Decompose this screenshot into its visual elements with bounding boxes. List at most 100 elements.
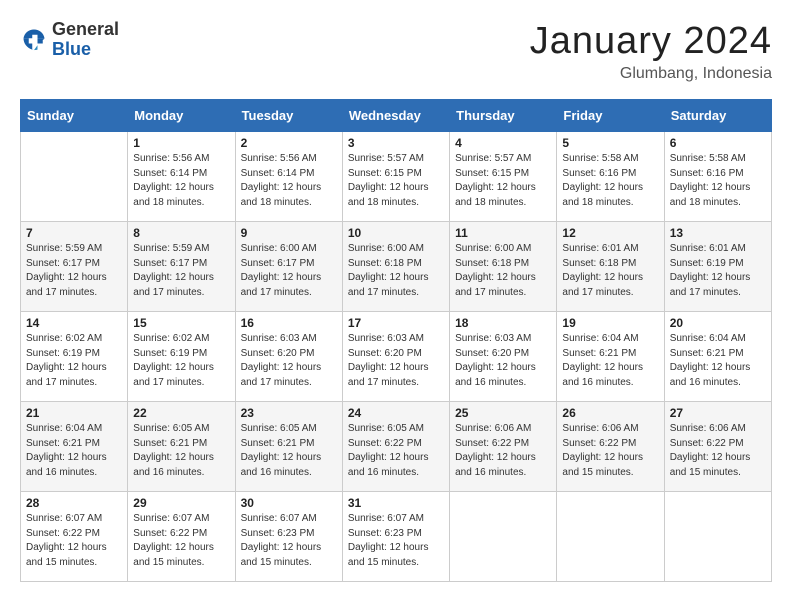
day-info: Sunrise: 6:05 AMSunset: 6:21 PMDaylight:… xyxy=(133,422,229,480)
calendar-cell: 30Sunrise: 6:07 AMSunset: 6:23 PMDayligh… xyxy=(235,492,342,582)
day-number: 17 xyxy=(348,316,444,330)
sunset-text: Sunset: 6:14 PM xyxy=(133,167,229,182)
daylight-text: Daylight: 12 hoursand 18 minutes. xyxy=(670,181,766,210)
calendar-cell: 4 Sunrise: 5:57 AMSunset: 6:15 PMDaylight… xyxy=(450,132,557,222)
calendar-cell: 5Sunrise: 5:58 AMSunset: 6:16 PMDaylight… xyxy=(557,132,664,222)
sunset-text: Sunset: 6:22 PM xyxy=(670,437,766,452)
sunset-text: Sunset: 6:17 PM xyxy=(133,257,229,272)
sunrise-text: Sunrise: 6:07 AM xyxy=(26,512,122,527)
day-number: 3 xyxy=(348,136,444,150)
sunset-text: Sunset: 6:18 PM xyxy=(455,257,551,272)
sunset-text: Sunset: 6:20 PM xyxy=(348,347,444,362)
calendar-cell: 24Sunrise: 6:05 AMSunset: 6:22 PMDayligh… xyxy=(342,402,449,492)
calendar-cell: 2Sunrise: 5:56 AMSunset: 6:14 PMDaylight… xyxy=(235,132,342,222)
calendar-cell: 9Sunrise: 6:00 AMSunset: 6:17 PMDaylight… xyxy=(235,222,342,312)
daylight-text: Daylight: 12 hoursand 16 minutes. xyxy=(455,451,551,480)
day-number: 7 xyxy=(26,226,122,240)
sunset-text: Sunset: 6:21 PM xyxy=(562,347,658,362)
daylight-text: Daylight: 12 hoursand 17 minutes. xyxy=(133,271,229,300)
sunrise-text: Sunrise: 5:56 AM xyxy=(133,152,229,167)
calendar-cell: 27 Sunrise: 6:06 AMSunset: 6:22 PMDayligh… xyxy=(664,402,771,492)
day-info: Sunrise: 6:04 AMSunset: 6:21 PMDaylight:… xyxy=(562,332,658,390)
daylight-text: Daylight: 12 hoursand 17 minutes. xyxy=(133,361,229,390)
day-number: 25 xyxy=(455,406,551,420)
day-info: Sunrise: 5:57 AMSunset: 6:15 PMDaylight:… xyxy=(455,152,551,210)
sunrise-text: Sunrise: 6:03 AM xyxy=(241,332,337,347)
calendar-body: 1 Sunrise: 5:56 AMSunset: 6:14 PM Daylight… xyxy=(21,132,772,582)
logo-text: General Blue xyxy=(52,20,119,60)
sunset-text: Sunset: 6:15 PM xyxy=(348,167,444,182)
day-number: 1 xyxy=(133,136,229,150)
day-number: 4 xyxy=(455,136,551,150)
daylight-text: Daylight: 12 hoursand 15 minutes. xyxy=(670,451,766,480)
day-info: Sunrise: 6:00 AMSunset: 6:17 PMDaylight:… xyxy=(241,242,337,300)
sunset-text: Sunset: 6:22 PM xyxy=(455,437,551,452)
day-number: 10 xyxy=(348,226,444,240)
sunrise-text: Sunrise: 6:03 AM xyxy=(455,332,551,347)
calendar-cell: 31Sunrise: 6:07 AMSunset: 6:23 PMDayligh… xyxy=(342,492,449,582)
weekday-row: SundayMondayTuesdayWednesdayThursdayFrid… xyxy=(21,100,772,132)
calendar-cell: 10Sunrise: 6:00 AMSunset: 6:18 PMDayligh… xyxy=(342,222,449,312)
daylight-text: Daylight: 12 hoursand 16 minutes. xyxy=(26,451,122,480)
calendar-cell: 14 Sunrise: 6:02 AMSunset: 6:19 PMDayligh… xyxy=(21,312,128,402)
week-row-3: 14 Sunrise: 6:02 AMSunset: 6:19 PMDayligh… xyxy=(21,312,772,402)
day-number: 30 xyxy=(241,496,337,510)
day-number: 15 xyxy=(133,316,229,330)
sunset-text: Sunset: 6:16 PM xyxy=(562,167,658,182)
sunrise-text: Sunrise: 6:01 AM xyxy=(670,242,766,257)
day-info: Sunrise: 6:02 AMSunset: 6:19 PMDaylight:… xyxy=(26,332,122,390)
daylight-text: Daylight: 12 hoursand 17 minutes. xyxy=(26,361,122,390)
calendar-cell: 21Sunrise: 6:04 AMSunset: 6:21 PMDayligh… xyxy=(21,402,128,492)
calendar-cell: 13Sunrise: 6:01 AMSunset: 6:19 PMDayligh… xyxy=(664,222,771,312)
calendar-cell xyxy=(557,492,664,582)
sunrise-text: Sunrise: 5:57 AM xyxy=(348,152,444,167)
day-info: Sunrise: 6:05 AMSunset: 6:22 PMDaylight:… xyxy=(348,422,444,480)
daylight-text: Daylight: 12 hoursand 16 minutes. xyxy=(133,451,229,480)
day-number: 23 xyxy=(241,406,337,420)
sunrise-text: Sunrise: 6:06 AM xyxy=(562,422,658,437)
day-number: 6 xyxy=(670,136,766,150)
calendar-cell: 1Sunrise: 5:56 AMSunset: 6:14 PMDaylight… xyxy=(128,132,235,222)
sunrise-text: Sunrise: 6:07 AM xyxy=(241,512,337,527)
day-info: Sunrise: 6:02 AMSunset: 6:19 PMDaylight:… xyxy=(133,332,229,390)
weekday-header-tuesday: Tuesday xyxy=(235,100,342,132)
sunrise-text: Sunrise: 6:07 AM xyxy=(348,512,444,527)
weekday-header-friday: Friday xyxy=(557,100,664,132)
daylight-text: Daylight: 12 hoursand 15 minutes. xyxy=(133,541,229,570)
daylight-text: Daylight: 12 hoursand 17 minutes. xyxy=(26,271,122,300)
day-info: Sunrise: 5:58 AMSunset: 6:16 PMDaylight:… xyxy=(670,152,766,210)
daylight-text: Daylight: 12 hoursand 18 minutes. xyxy=(241,181,337,210)
day-number: 16 xyxy=(241,316,337,330)
day-number: 11 xyxy=(455,226,551,240)
sunset-text: Sunset: 6:23 PM xyxy=(348,527,444,542)
calendar-cell: 18Sunrise: 6:03 AMSunset: 6:20 PMDayligh… xyxy=(450,312,557,402)
sunset-text: Sunset: 6:20 PM xyxy=(455,347,551,362)
day-number: 14 xyxy=(26,316,122,330)
daylight-text: Daylight: 12 hoursand 15 minutes. xyxy=(241,541,337,570)
day-info: Sunrise: 5:59 AMSunset: 6:17 PMDaylight:… xyxy=(26,242,122,300)
weekday-header-wednesday: Wednesday xyxy=(342,100,449,132)
day-info: Sunrise: 6:07 AMSunset: 6:23 PMDaylight:… xyxy=(348,512,444,570)
calendar-cell: 8Sunrise: 5:59 AMSunset: 6:17 PMDaylight… xyxy=(128,222,235,312)
day-number: 26 xyxy=(562,406,658,420)
day-number: 27 xyxy=(670,406,766,420)
sunset-text: Sunset: 6:18 PM xyxy=(562,257,658,272)
sunrise-text: Sunrise: 6:04 AM xyxy=(26,422,122,437)
calendar-header: SundayMondayTuesdayWednesdayThursdayFrid… xyxy=(21,100,772,132)
daylight-text: Daylight: 12 hoursand 16 minutes. xyxy=(670,361,766,390)
calendar-cell xyxy=(21,132,128,222)
calendar-cell: 25Sunrise: 6:06 AMSunset: 6:22 PMDayligh… xyxy=(450,402,557,492)
calendar-cell xyxy=(664,492,771,582)
sunset-text: Sunset: 6:22 PM xyxy=(133,527,229,542)
sunset-text: Sunset: 6:22 PM xyxy=(26,527,122,542)
day-info: Sunrise: 5:59 AMSunset: 6:17 PMDaylight:… xyxy=(133,242,229,300)
day-info: Sunrise: 6:03 AMSunset: 6:20 PMDaylight:… xyxy=(348,332,444,390)
daylight-text: Daylight: 12 hoursand 18 minutes. xyxy=(455,181,551,210)
calendar-cell: 22Sunrise: 6:05 AMSunset: 6:21 PMDayligh… xyxy=(128,402,235,492)
calendar-cell: 15 Sunrise: 6:02 AMSunset: 6:19 PMDayligh… xyxy=(128,312,235,402)
calendar-cell: 20Sunrise: 6:04 AMSunset: 6:21 PMDayligh… xyxy=(664,312,771,402)
day-info: Sunrise: 6:06 AMSunset: 6:22 PMDaylight:… xyxy=(670,422,766,480)
day-info: Sunrise: 6:04 AMSunset: 6:21 PMDaylight:… xyxy=(670,332,766,390)
day-number: 21 xyxy=(26,406,122,420)
logo-icon xyxy=(20,26,48,54)
